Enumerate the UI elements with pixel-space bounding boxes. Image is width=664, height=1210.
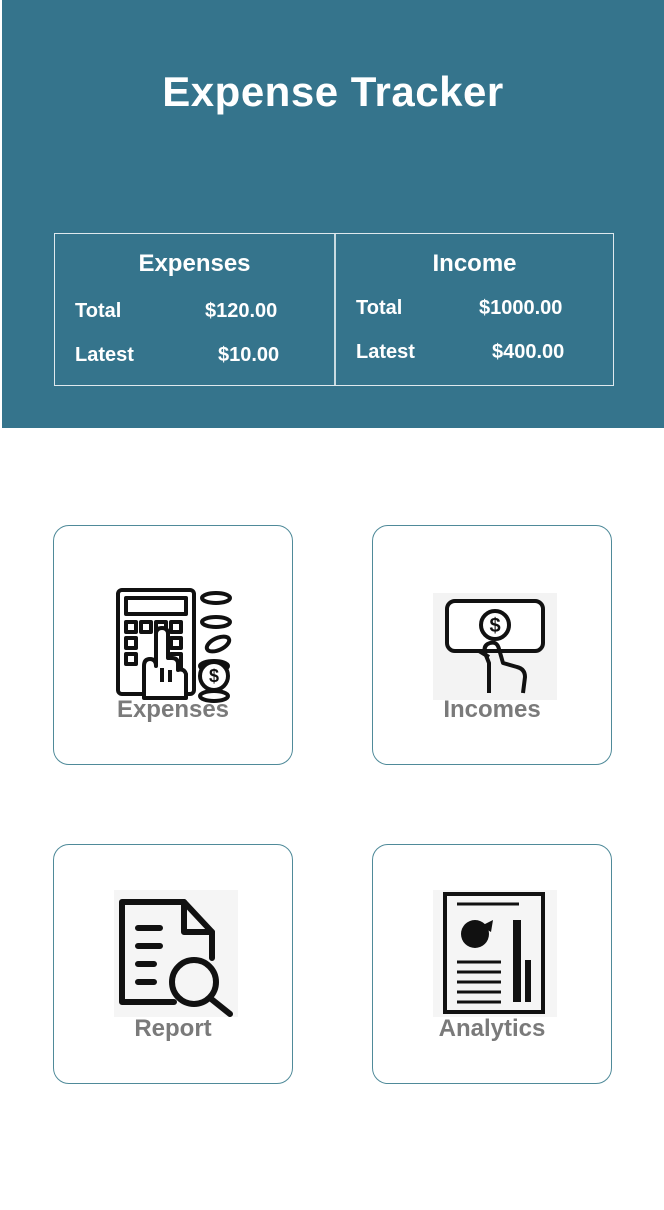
svg-text:$: $ bbox=[489, 615, 500, 637]
header-banner: Expense Tracker Expenses Total $120.00 L… bbox=[2, 0, 664, 428]
income-total-label: Total bbox=[356, 297, 403, 319]
expenses-tile[interactable]: $ Expenses bbox=[53, 525, 293, 765]
calculator-coins-icon: $ bbox=[116, 588, 232, 703]
income-summary-heading: Income bbox=[432, 250, 517, 277]
income-latest-label: Latest bbox=[356, 341, 415, 363]
expenses-latest-label: Latest bbox=[75, 344, 134, 366]
svg-text:$: $ bbox=[209, 666, 219, 686]
expenses-summary: Expenses Total $120.00 Latest $10.00 bbox=[55, 234, 334, 385]
summary-panel: Expenses Total $120.00 Latest $10.00 Inc… bbox=[54, 233, 614, 386]
incomes-tile-label: Incomes bbox=[443, 696, 541, 723]
report-tile-label: Report bbox=[134, 1015, 212, 1042]
income-latest-value: $400.00 bbox=[492, 341, 565, 363]
report-tile[interactable]: Report bbox=[53, 844, 293, 1084]
expenses-latest-value: $10.00 bbox=[218, 344, 280, 366]
income-total-value: $1000.00 bbox=[479, 297, 563, 319]
expenses-tile-label: Expenses bbox=[116, 696, 230, 723]
analytics-report-icon bbox=[443, 892, 545, 1014]
expenses-summary-heading: Expenses bbox=[138, 250, 251, 277]
expenses-total-value: $120.00 bbox=[205, 300, 278, 322]
analytics-tile[interactable]: Analytics bbox=[372, 844, 612, 1084]
analytics-tile-label: Analytics bbox=[438, 1015, 546, 1042]
income-summary: Income Total $1000.00 Latest $400.00 bbox=[334, 234, 613, 385]
expenses-total-label: Total bbox=[75, 300, 122, 322]
app-title: Expense Tracker bbox=[162, 68, 504, 115]
document-search-icon bbox=[119, 899, 233, 1017]
incomes-tile[interactable]: $ Incomes bbox=[372, 525, 612, 765]
hand-banknote-icon: $ bbox=[445, 599, 545, 694]
